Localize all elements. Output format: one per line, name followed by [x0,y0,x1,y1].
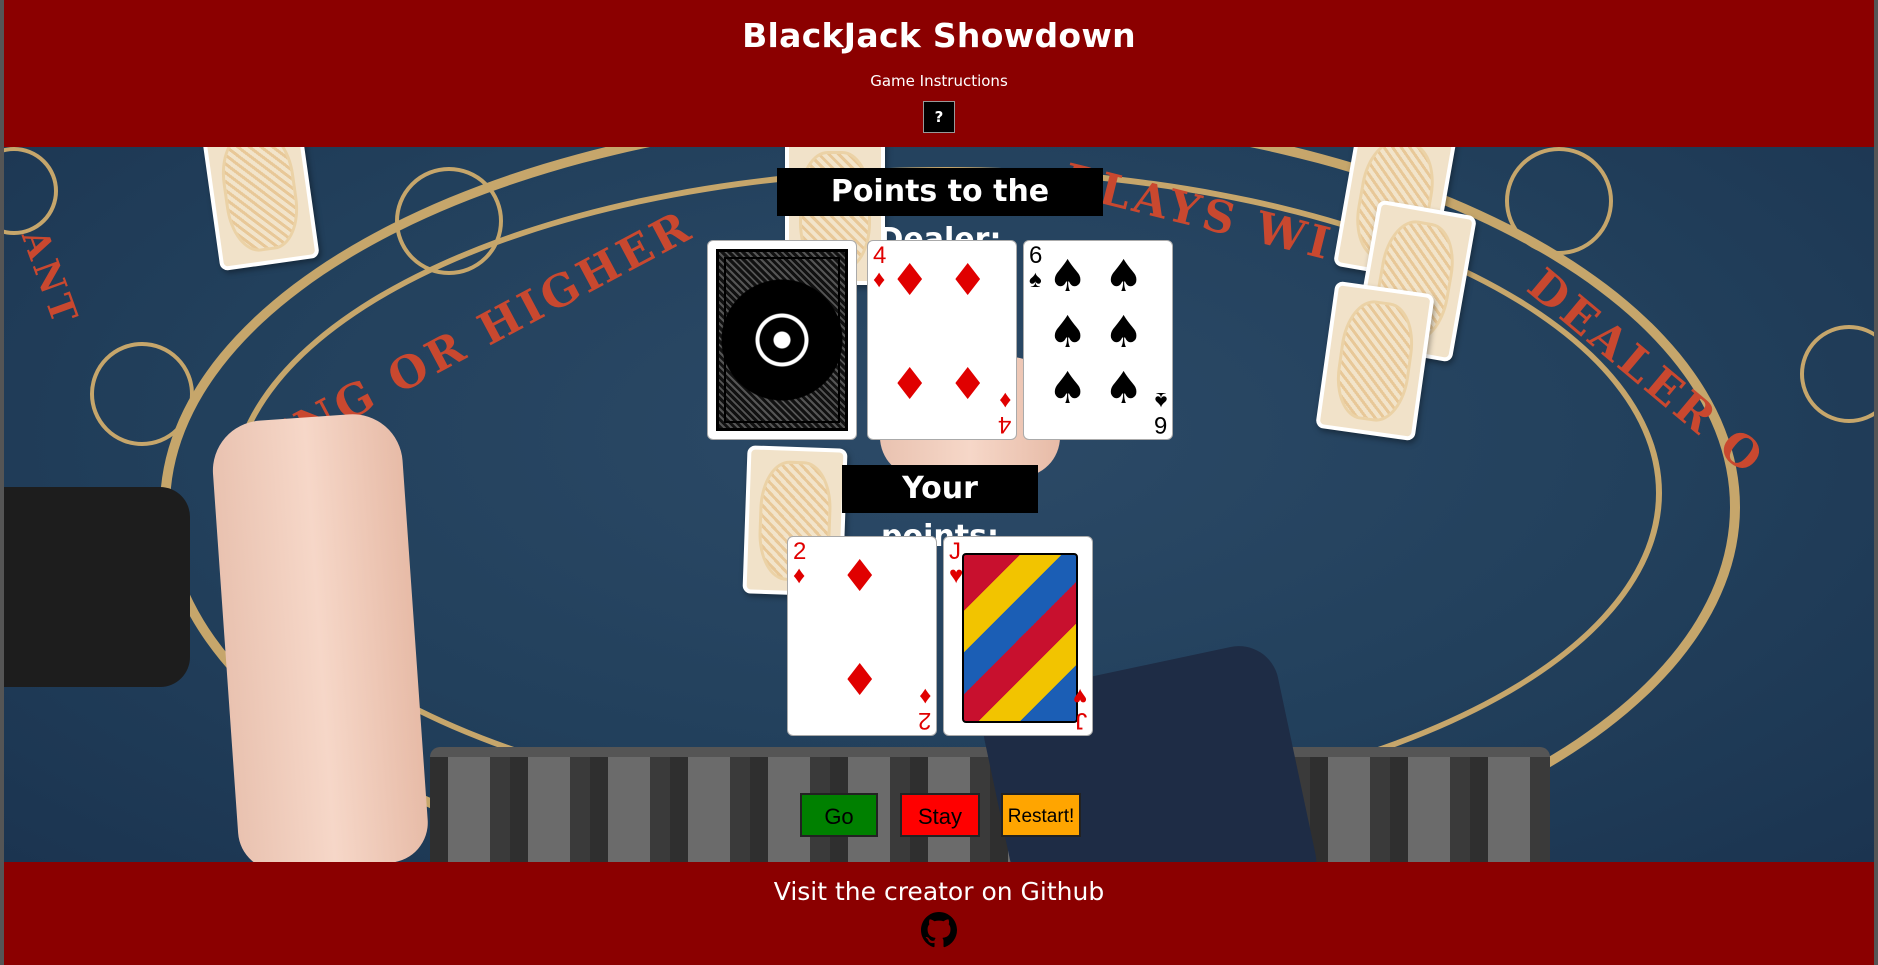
github-icon[interactable] [921,912,957,948]
diamond-pip-icon: ♦ [890,359,930,410]
spade-pip-icon: ♠ [1048,251,1088,302]
diamond-pip-icon: ♦ [948,255,988,306]
card-shoe [0,487,190,687]
decor-card [1315,280,1435,442]
card-back-pattern [716,249,848,431]
card-rank: 4 ♦ [997,387,1011,438]
diamond-pip-icon: ♦ [890,255,930,306]
spade-pip-icon: ♠ [1104,363,1144,414]
card-rank: 6 ♠ [1029,242,1043,293]
diamond-pip-icon: ♦ [840,551,880,602]
dealer-hand-left [209,410,431,862]
bet-spot [395,167,503,275]
card-rank: 2 ♦ [793,538,807,589]
felt-text-corner: ANT [13,224,87,332]
diamond-pip-icon: ♦ [948,359,988,410]
bet-spot [1505,147,1613,255]
spade-pip-icon: ♠ [1048,307,1088,358]
spade-pip-icon: ♠ [1104,307,1144,358]
help-button[interactable]: ? [923,101,955,133]
dealer-points-label: Points to the Dealer: [777,168,1103,257]
site-footer: Visit the creator on Github [0,862,1878,965]
player-points-label: Your points: [842,465,1038,554]
bet-spot [0,147,58,235]
restart-button[interactable]: Restart! [1001,793,1081,837]
card-rank: 2 ♦ [917,683,931,734]
spade-pip-icon: ♠ [1104,251,1144,302]
dealer-card-facedown [707,240,857,440]
bet-spot [1800,325,1878,423]
spade-pip-icon: ♠ [1048,363,1088,414]
site-header: BlackJack Showdown Game Instructions ? [0,0,1878,147]
go-button[interactable]: Go [800,793,878,837]
decor-card [200,147,320,272]
bet-spot [90,342,194,446]
dealer-card-6-spades: 6 ♠ ♠ ♠ ♠ ♠ ♠ ♠ 6 ♠ [1023,240,1173,440]
card-rank: 6 ♠ [1153,387,1167,438]
card-rank: 4 ♦ [873,242,887,293]
github-visit-text: Visit the creator on Github [773,877,1105,906]
jack-face-art [962,553,1078,723]
blackjack-table: KING OR HIGHER PLAYS WI DEALER O ANT Poi… [0,147,1878,862]
instructions-label: Game Instructions [870,72,1008,90]
dealer-card-4-diamonds: 4 ♦ ♦ ♦ ♦ ♦ 4 ♦ [867,240,1017,440]
player-card-2-diamonds: 2 ♦ ♦ ♦ 2 ♦ [787,536,937,736]
page-title: BlackJack Showdown [742,16,1136,55]
player-card-jack-hearts: J ♥ J ♥ [943,536,1093,736]
card-rank: J ♥ [1072,683,1087,734]
diamond-pip-icon: ♦ [840,655,880,706]
stay-button[interactable]: Stay [900,793,980,837]
